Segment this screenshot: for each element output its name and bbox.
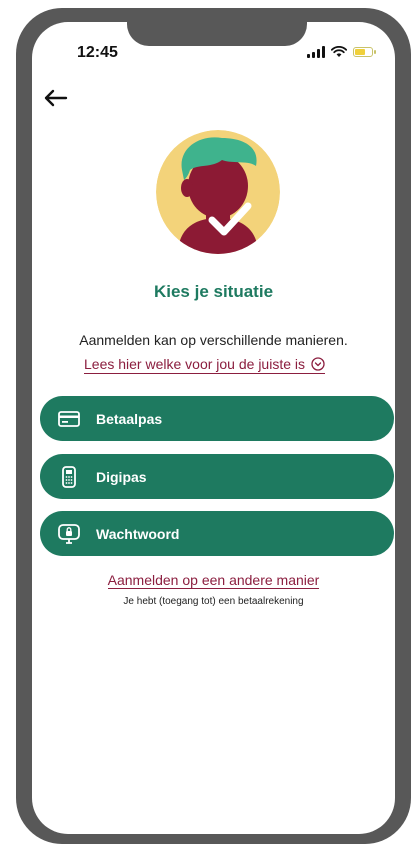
card-icon xyxy=(58,408,80,430)
digipas-icon xyxy=(58,465,80,488)
page-title: Kies je situatie xyxy=(153,282,274,301)
info-link[interactable]: Lees hier welke voor jou de juiste is xyxy=(84,356,326,374)
digipas-button[interactable]: Digipas xyxy=(40,454,394,499)
intro-text: Aanmelden kan op verschillende manieren. xyxy=(79,332,348,348)
wachtwoord-button[interactable]: Wachtwoord xyxy=(40,511,394,556)
digipas-label: Digipas xyxy=(96,468,147,485)
alternative-login-label: Aanmelden op een andere manier xyxy=(107,572,320,589)
status-time: 12:45 xyxy=(77,44,118,61)
info-link-label: Lees hier welke voor jou de juiste is xyxy=(84,356,306,372)
signal-icon xyxy=(307,46,325,58)
chevron-down-icon xyxy=(311,357,325,371)
wachtwoord-label: Wachtwoord xyxy=(96,525,180,542)
betaalpas-button[interactable]: Betaalpas xyxy=(40,396,394,441)
arrow-left-icon xyxy=(44,89,68,107)
back-button[interactable] xyxy=(40,84,72,112)
password-icon xyxy=(58,523,80,545)
wifi-icon xyxy=(331,46,347,57)
betaalpas-label: Betaalpas xyxy=(96,410,163,427)
app-screen: 12:45 Kies je situatie Aanmelden kan op … xyxy=(32,22,395,834)
battery-icon xyxy=(353,47,376,57)
alternative-login-subtext: Je hebt (toegang tot) een betaalrekening xyxy=(123,596,304,607)
notch xyxy=(127,22,307,46)
user-check-avatar-icon xyxy=(156,130,280,254)
status-icons xyxy=(307,46,376,58)
alternative-login-link[interactable]: Aanmelden op een andere manier xyxy=(32,572,395,590)
avatar xyxy=(156,130,280,254)
